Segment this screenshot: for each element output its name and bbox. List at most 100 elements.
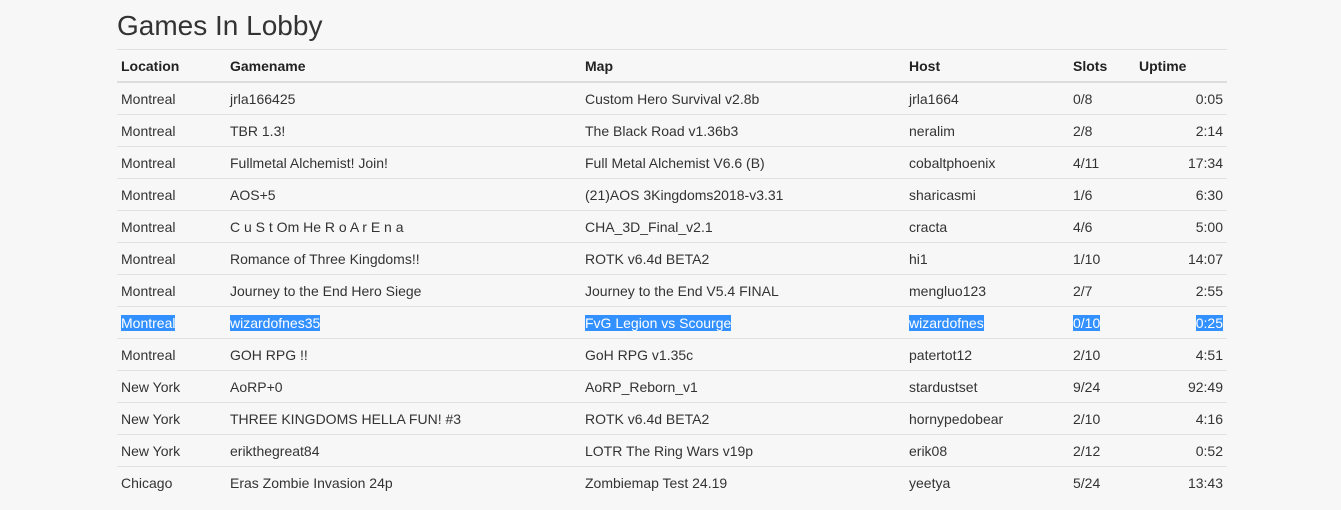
uptime-text: 0:25 — [1195, 314, 1223, 331]
uptime-text: 0:05 — [1195, 90, 1223, 107]
cell-map: AoRP_Reborn_v1 — [581, 370, 905, 403]
uptime-text: 5:00 — [1195, 218, 1223, 235]
uptime-text: 14:07 — [1187, 250, 1223, 267]
slots-text: 0/10 — [1073, 314, 1101, 331]
cell-location: Montreal — [117, 146, 226, 179]
cell-location: New York — [117, 370, 226, 403]
map-text: (21)AOS 3Kingdoms2018-v3.31 — [585, 186, 784, 203]
cell-host: mengluo123 — [905, 274, 1069, 307]
host-text: sharicasmi — [909, 186, 976, 203]
host-text: yeetya — [909, 474, 951, 491]
cell-uptime: 0:25 — [1135, 306, 1227, 339]
cell-location: New York — [117, 434, 226, 467]
cell-map: ROTK v6.4d BETA2 — [581, 242, 905, 275]
cell-host: neralim — [905, 114, 1069, 147]
table-row[interactable]: New York erikthegreat84 LOTR The Ring Wars… — [117, 434, 1227, 467]
cell-location: New York — [117, 402, 226, 435]
location-text: New York — [121, 378, 181, 395]
cell-slots: 2/12 — [1069, 434, 1135, 467]
cell-map: (21)AOS 3Kingdoms2018-v3.31 — [581, 178, 905, 211]
cell-slots: 9/24 — [1069, 370, 1135, 403]
uptime-text: 6:30 — [1195, 186, 1223, 203]
table-header-row: Location Gamename Map Host Slots Uptime — [117, 50, 1227, 83]
table-row[interactable]: New York THREE KINGDOMS HELLA FUN! #3 ROTK… — [117, 402, 1227, 435]
cell-slots: 2/10 — [1069, 402, 1135, 435]
uptime-text: 92:49 — [1187, 378, 1223, 395]
gamename-text: AOS+5 — [230, 186, 276, 203]
host-text: erik08 — [909, 442, 948, 459]
header-host[interactable]: Host — [905, 50, 1069, 83]
cell-host: patertot12 — [905, 338, 1069, 371]
slots-text: 1/6 — [1073, 186, 1093, 203]
cell-host: yeetya — [905, 466, 1069, 498]
slots-text: 2/7 — [1073, 282, 1093, 299]
header-map[interactable]: Map — [581, 50, 905, 83]
cell-slots: 2/7 — [1069, 274, 1135, 307]
host-text: neralim — [909, 122, 955, 139]
table-row[interactable]: Montreal AOS+5 (21)AOS 3Kingdoms2018-v3.31… — [117, 178, 1227, 211]
cell-uptime: 0:52 — [1135, 434, 1227, 467]
host-text: jrla1664 — [909, 90, 959, 107]
table-row[interactable]: Chicago Eras Zombie Invasion 24p Zombiemap… — [117, 466, 1227, 498]
cell-map: GoH RPG v1.35c — [581, 338, 905, 371]
uptime-text: 2:14 — [1195, 122, 1223, 139]
cell-map: ROTK v6.4d BETA2 — [581, 402, 905, 435]
cell-location: Montreal — [117, 338, 226, 371]
cell-slots: 2/8 — [1069, 114, 1135, 147]
cell-slots: 0/10 — [1069, 306, 1135, 339]
cell-gamename: Romance of Three Kingdoms!! — [226, 242, 581, 275]
header-location[interactable]: Location — [117, 50, 226, 83]
gamename-text: Eras Zombie Invasion 24p — [230, 474, 393, 491]
cell-uptime: 2:55 — [1135, 274, 1227, 307]
slots-text: 1/10 — [1073, 250, 1101, 267]
table-row[interactable]: Montreal Romance of Three Kingdoms!! ROTK … — [117, 242, 1227, 275]
host-text: cobaltphoenix — [909, 154, 996, 171]
host-text: hi1 — [909, 250, 928, 267]
table-row[interactable]: Montreal wizardofnes35 FvG Legion vs Scour… — [117, 306, 1227, 339]
header-slots[interactable]: Slots — [1069, 50, 1135, 83]
cell-gamename: AoRP+0 — [226, 370, 581, 403]
cell-map: FvG Legion vs Scourge — [581, 306, 905, 339]
map-text: Zombiemap Test 24.19 — [585, 474, 728, 491]
lobby-container: Games In Lobby Location Gamename Map Hos… — [117, 0, 1227, 498]
games-table-body: Montreal jrla166425 Custom Hero Survival v… — [117, 82, 1227, 498]
location-text: Montreal — [121, 282, 176, 299]
slots-text: 9/24 — [1073, 378, 1101, 395]
table-row[interactable]: Montreal TBR 1.3! The Black Road v1.36b3 ne… — [117, 114, 1227, 147]
table-row[interactable]: Montreal jrla166425 Custom Hero Survival v… — [117, 82, 1227, 115]
slots-text: 4/6 — [1073, 218, 1093, 235]
host-text: wizardofnes — [909, 314, 984, 331]
cell-uptime: 17:34 — [1135, 146, 1227, 179]
cell-slots: 5/24 — [1069, 466, 1135, 498]
cell-gamename: GOH RPG !! — [226, 338, 581, 371]
games-table: Location Gamename Map Host Slots Uptime … — [117, 50, 1227, 498]
cell-uptime: 0:05 — [1135, 82, 1227, 115]
cell-host: erik08 — [905, 434, 1069, 467]
table-row[interactable]: Montreal Journey to the End Hero Siege Jou… — [117, 274, 1227, 307]
table-row[interactable]: Montreal GOH RPG !! GoH RPG v1.35c patertot… — [117, 338, 1227, 371]
cell-map: CHA_3D_Final_v2.1 — [581, 210, 905, 243]
gamename-text: AoRP+0 — [230, 378, 283, 395]
map-text: FvG Legion vs Scourge — [585, 314, 732, 331]
slots-text: 4/11 — [1073, 154, 1100, 171]
cell-map: LOTR The Ring Wars v19p — [581, 434, 905, 467]
table-row[interactable]: Montreal Fullmetal Alchemist! Join! Full M… — [117, 146, 1227, 179]
slots-text: 2/10 — [1073, 346, 1101, 363]
slots-text: 2/12 — [1073, 442, 1101, 459]
table-row[interactable]: Montreal C u S t Om He R o A r E n a CHA_3… — [117, 210, 1227, 243]
header-gamename[interactable]: Gamename — [226, 50, 581, 83]
location-text: Montreal — [121, 218, 176, 235]
cell-location: Montreal — [117, 242, 226, 275]
slots-text: 2/10 — [1073, 410, 1101, 427]
uptime-text: 17:34 — [1187, 154, 1223, 171]
uptime-text: 4:51 — [1195, 346, 1223, 363]
map-text: LOTR The Ring Wars v19p — [585, 442, 754, 459]
host-text: cracta — [909, 218, 948, 235]
cell-host: sharicasmi — [905, 178, 1069, 211]
header-uptime[interactable]: Uptime — [1135, 50, 1227, 83]
cell-uptime: 6:30 — [1135, 178, 1227, 211]
gamename-text: Romance of Three Kingdoms!! — [230, 250, 420, 267]
table-row[interactable]: New York AoRP+0 AoRP_Reborn_v1 stardustset 9… — [117, 370, 1227, 403]
host-text: mengluo123 — [909, 282, 987, 299]
slots-text: 2/8 — [1073, 122, 1093, 139]
